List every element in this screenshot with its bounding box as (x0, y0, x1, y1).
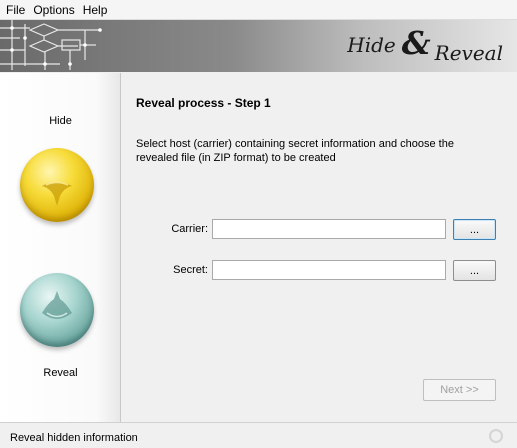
banner-title: Hide & Reveal (347, 24, 503, 65)
secret-input[interactable] (212, 260, 446, 280)
menu-help[interactable]: Help (79, 0, 112, 20)
status-text: Reveal hidden information (10, 432, 138, 444)
step-title: Reveal process - Step 1 (136, 96, 271, 110)
banner-title-hide: Hide (347, 33, 396, 57)
menu-file[interactable]: File (2, 0, 29, 20)
instructions-text: Select host (carrier) containing secret … (136, 138, 454, 164)
wizard-panel: Reveal process - Step 1 Select host (car… (122, 73, 517, 422)
menu-bar: File Options Help (0, 0, 517, 20)
hide-mode-label[interactable]: Hide (0, 115, 121, 127)
banner-title-reveal: Reveal (434, 41, 503, 65)
banner-title-ampersand: & (401, 24, 431, 62)
mode-sidebar: Hide Reveal (0, 73, 121, 422)
secret-browse-button[interactable]: ... (453, 260, 496, 281)
app-banner: Hide & Reveal (0, 20, 517, 72)
carrier-label: Carrier: (171, 223, 208, 235)
hide-orb-icon[interactable] (20, 148, 94, 222)
busy-indicator-icon (489, 429, 503, 443)
reveal-orb-icon[interactable] (20, 273, 94, 347)
secret-label: Secret: (173, 264, 208, 276)
next-button[interactable]: Next >> (423, 379, 496, 401)
menu-options[interactable]: Options (29, 0, 78, 20)
circuit-graphic (0, 20, 102, 70)
carrier-browse-button[interactable]: ... (453, 219, 496, 240)
status-bar: Reveal hidden information (0, 422, 517, 448)
reveal-mode-label[interactable]: Reveal (0, 367, 121, 379)
carrier-input[interactable] (212, 219, 446, 239)
